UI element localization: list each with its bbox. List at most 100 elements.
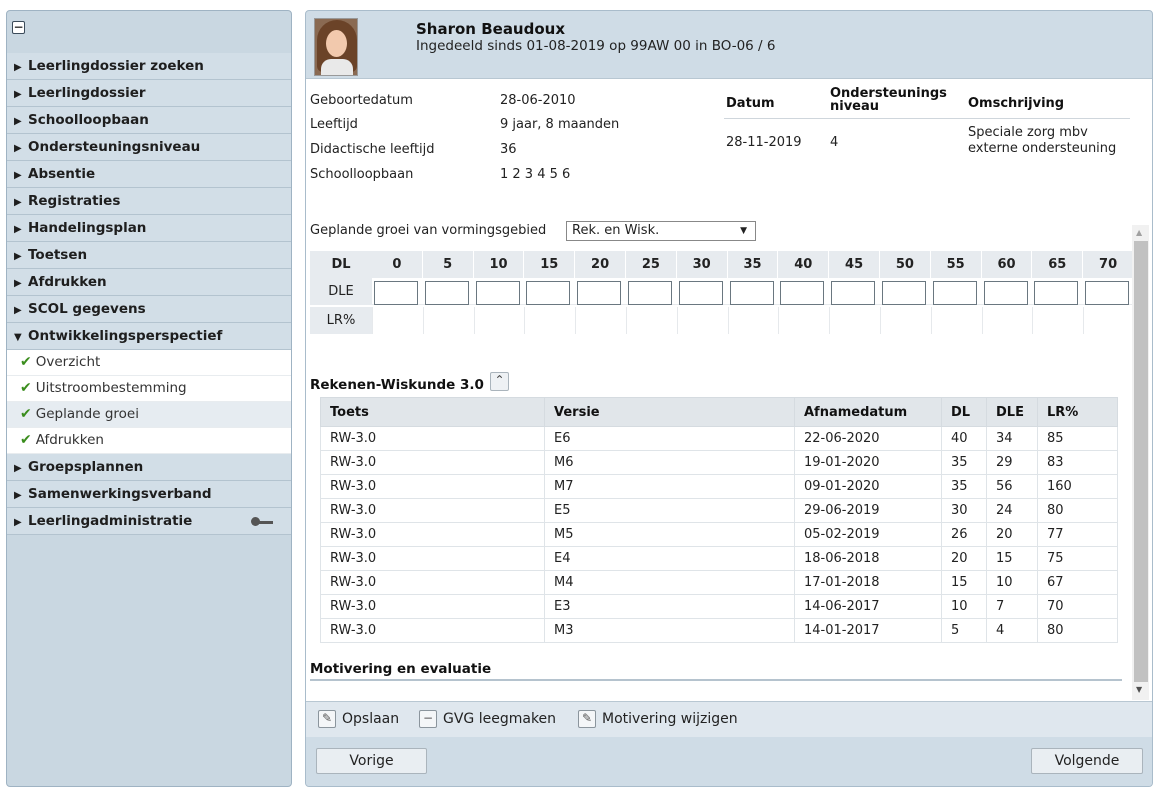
dle-input[interactable] [374,281,418,305]
table-cell: 17-01-2018 [794,570,942,595]
table-cell: 29 [986,450,1038,475]
sidebar-item-leerlingdossier[interactable]: ▶ Leerlingdossier [7,80,291,107]
collapse-all-icon[interactable]: − [12,21,25,34]
column-header[interactable]: LR% [1037,397,1118,427]
table-row[interactable]: RW-3.0 M3 14-01-2017 5 4 80 [320,618,1118,643]
sidebar-top: − [7,11,291,53]
lr-cell [422,307,424,334]
dle-input[interactable] [729,281,774,305]
vormingsgebied-selected: Rek. en Wisk. [572,223,660,238]
scroll-down-icon[interactable]: ▼ [1136,685,1142,694]
table-row[interactable]: RW-3.0 M6 19-01-2020 35 29 83 [320,450,1118,475]
dl-column-header: 20 [575,251,626,278]
sidebar-item-label: Handelingsplan [28,220,147,236]
sidebar-item-ondersteuningsniveau[interactable]: ▶ Ondersteuningsniveau [7,134,291,161]
dle-input[interactable] [475,281,520,305]
table-cell: 15 [986,546,1038,571]
toets-table-body: RW-3.0 E6 22-06-2020 40 34 85 RW-3.0 M6 19-01-20… [320,426,1118,643]
action-toolbar: ✎ Opslaan − GVG leegmaken ✎ Motivering wijz… [306,701,1152,737]
sidebar-item-registraties[interactable]: ▶ Registraties [7,188,291,215]
vertical-scrollbar[interactable]: ▲ ▼ [1132,225,1149,700]
groei-label: Geplande groei van vormingsgebied [310,223,547,238]
dle-input[interactable] [1085,281,1130,305]
sidebar-item-scol-gegevens[interactable]: ▶ SCOL gegevens [7,296,291,323]
column-header[interactable]: Versie [544,397,795,427]
student-header: Sharon Beaudoux Ingedeeld sinds 01-08-20… [306,11,1152,78]
next-button[interactable]: Volgende [1031,748,1143,774]
lr-cell [778,307,780,334]
sidebar-subitem-overzicht[interactable]: ✔ Overzicht [7,350,291,376]
ondersteuning-datum: 28-11-2019 [726,135,802,150]
table-row[interactable]: RW-3.0 M7 09-01-2020 35 56 160 [320,474,1118,499]
dle-input[interactable] [678,281,723,305]
dle-input[interactable] [526,281,571,305]
table-cell: 5 [941,618,987,643]
triangle-right-icon: ▶ [14,143,22,154]
column-header[interactable]: Toets [320,397,545,427]
dle-input[interactable] [424,281,469,305]
table-row[interactable]: RW-3.0 M5 05-02-2019 26 20 77 [320,522,1118,547]
edit-motivation-button[interactable]: ✎ Motivering wijzigen [578,710,738,728]
dle-row-label: DLE [310,278,372,305]
sidebar-item-samenwerkingsverband[interactable]: ▶ Samenwerkingsverband [7,481,291,508]
check-icon: ✔ [20,432,32,448]
sidebar-item-label: Schoolloopbaan [28,112,149,128]
table-row[interactable]: RW-3.0 E4 18-06-2018 20 15 75 [320,546,1118,571]
scroll-up-icon[interactable]: ▲ [1136,228,1142,237]
table-cell: 160 [1037,474,1118,499]
dle-input[interactable] [628,281,672,305]
column-header[interactable]: DLE [986,397,1038,427]
table-cell: 09-01-2020 [794,474,942,499]
lr-cell [880,307,881,334]
sidebar-subitem-uitstroombestemming[interactable]: ✔ Uitstroombestemming [7,376,291,402]
sidebar-item-afdrukken[interactable]: ▶ Afdrukken [7,269,291,296]
content-area: Geboortedatum 28-06-2010 Leeftijd 9 jaar… [306,78,1152,701]
sidebar-subitem-geplande-groei[interactable]: ✔ Geplande groei [7,402,291,428]
dle-input[interactable] [1034,281,1079,305]
previous-button[interactable]: Vorige [316,748,427,774]
table-cell: E5 [544,498,795,523]
table-cell: 85 [1037,426,1118,451]
clear-gvg-button[interactable]: − GVG leegmaken [419,710,556,728]
dle-input[interactable] [882,281,926,305]
triangle-right-icon: ▶ [14,197,22,208]
table-row[interactable]: RW-3.0 E5 29-06-2019 30 24 80 [320,498,1118,523]
collapse-section-button[interactable]: ⌃ [490,372,509,391]
sidebar-item-label: Registraties [28,193,121,209]
table-cell: 29-06-2019 [794,498,942,523]
dle-input[interactable] [932,281,977,305]
sidebar-item-toetsen[interactable]: ▶ Toetsen [7,242,291,269]
sidebar-subitem-label: Geplande groei [35,406,139,422]
column-header[interactable]: Afnamedatum [794,397,942,427]
triangle-right-icon: ▶ [14,116,22,127]
sidebar-item-ontwikkelingsperspectief[interactable]: ▼ Ontwikkelingsperspectief [7,323,291,350]
sidebar-item-handelingsplan[interactable]: ▶ Handelingsplan [7,215,291,242]
table-row[interactable]: RW-3.0 M4 17-01-2018 15 10 67 [320,570,1118,595]
save-button[interactable]: ✎ Opslaan [318,710,399,728]
sidebar-item-groepsplannen[interactable]: ▶ Groepsplannen [7,454,291,481]
dl-column-header: 65 [1032,251,1084,278]
scroll-thumb[interactable] [1134,241,1148,682]
table-cell: 35 [941,450,987,475]
table-cell: 34 [986,426,1038,451]
lr-cell [1083,307,1085,334]
table-cell: M4 [544,570,795,595]
dle-input[interactable] [831,281,876,305]
info-label: Geboortedatum [310,93,413,108]
sidebar-item-absentie[interactable]: ▶ Absentie [7,161,291,188]
sidebar-item-schoolloopbaan[interactable]: ▶ Schoolloopbaan [7,107,291,134]
dle-input[interactable] [983,281,1028,305]
sidebar-item-leerlingadministratie[interactable]: ▶ Leerlingadministratie [7,508,291,535]
sidebar-subitem-afdrukken[interactable]: ✔ Afdrukken [7,428,291,454]
table-cell: 10 [986,570,1038,595]
table-row[interactable]: RW-3.0 E3 14-06-2017 10 7 70 [320,594,1118,619]
info-label: Schoolloopbaan [310,167,414,182]
table-row[interactable]: RW-3.0 E6 22-06-2020 40 34 85 [320,426,1118,451]
table-cell: RW-3.0 [320,426,545,451]
clear-gvg-label: GVG leegmaken [443,711,557,727]
dle-input[interactable] [577,281,622,305]
vormingsgebied-select[interactable]: Rek. en Wisk. ▼ [566,221,756,241]
sidebar-item-leerlingdossier-zoeken[interactable]: ▶ Leerlingdossier zoeken [7,53,291,80]
dle-input[interactable] [780,281,825,305]
column-header[interactable]: DL [941,397,987,427]
